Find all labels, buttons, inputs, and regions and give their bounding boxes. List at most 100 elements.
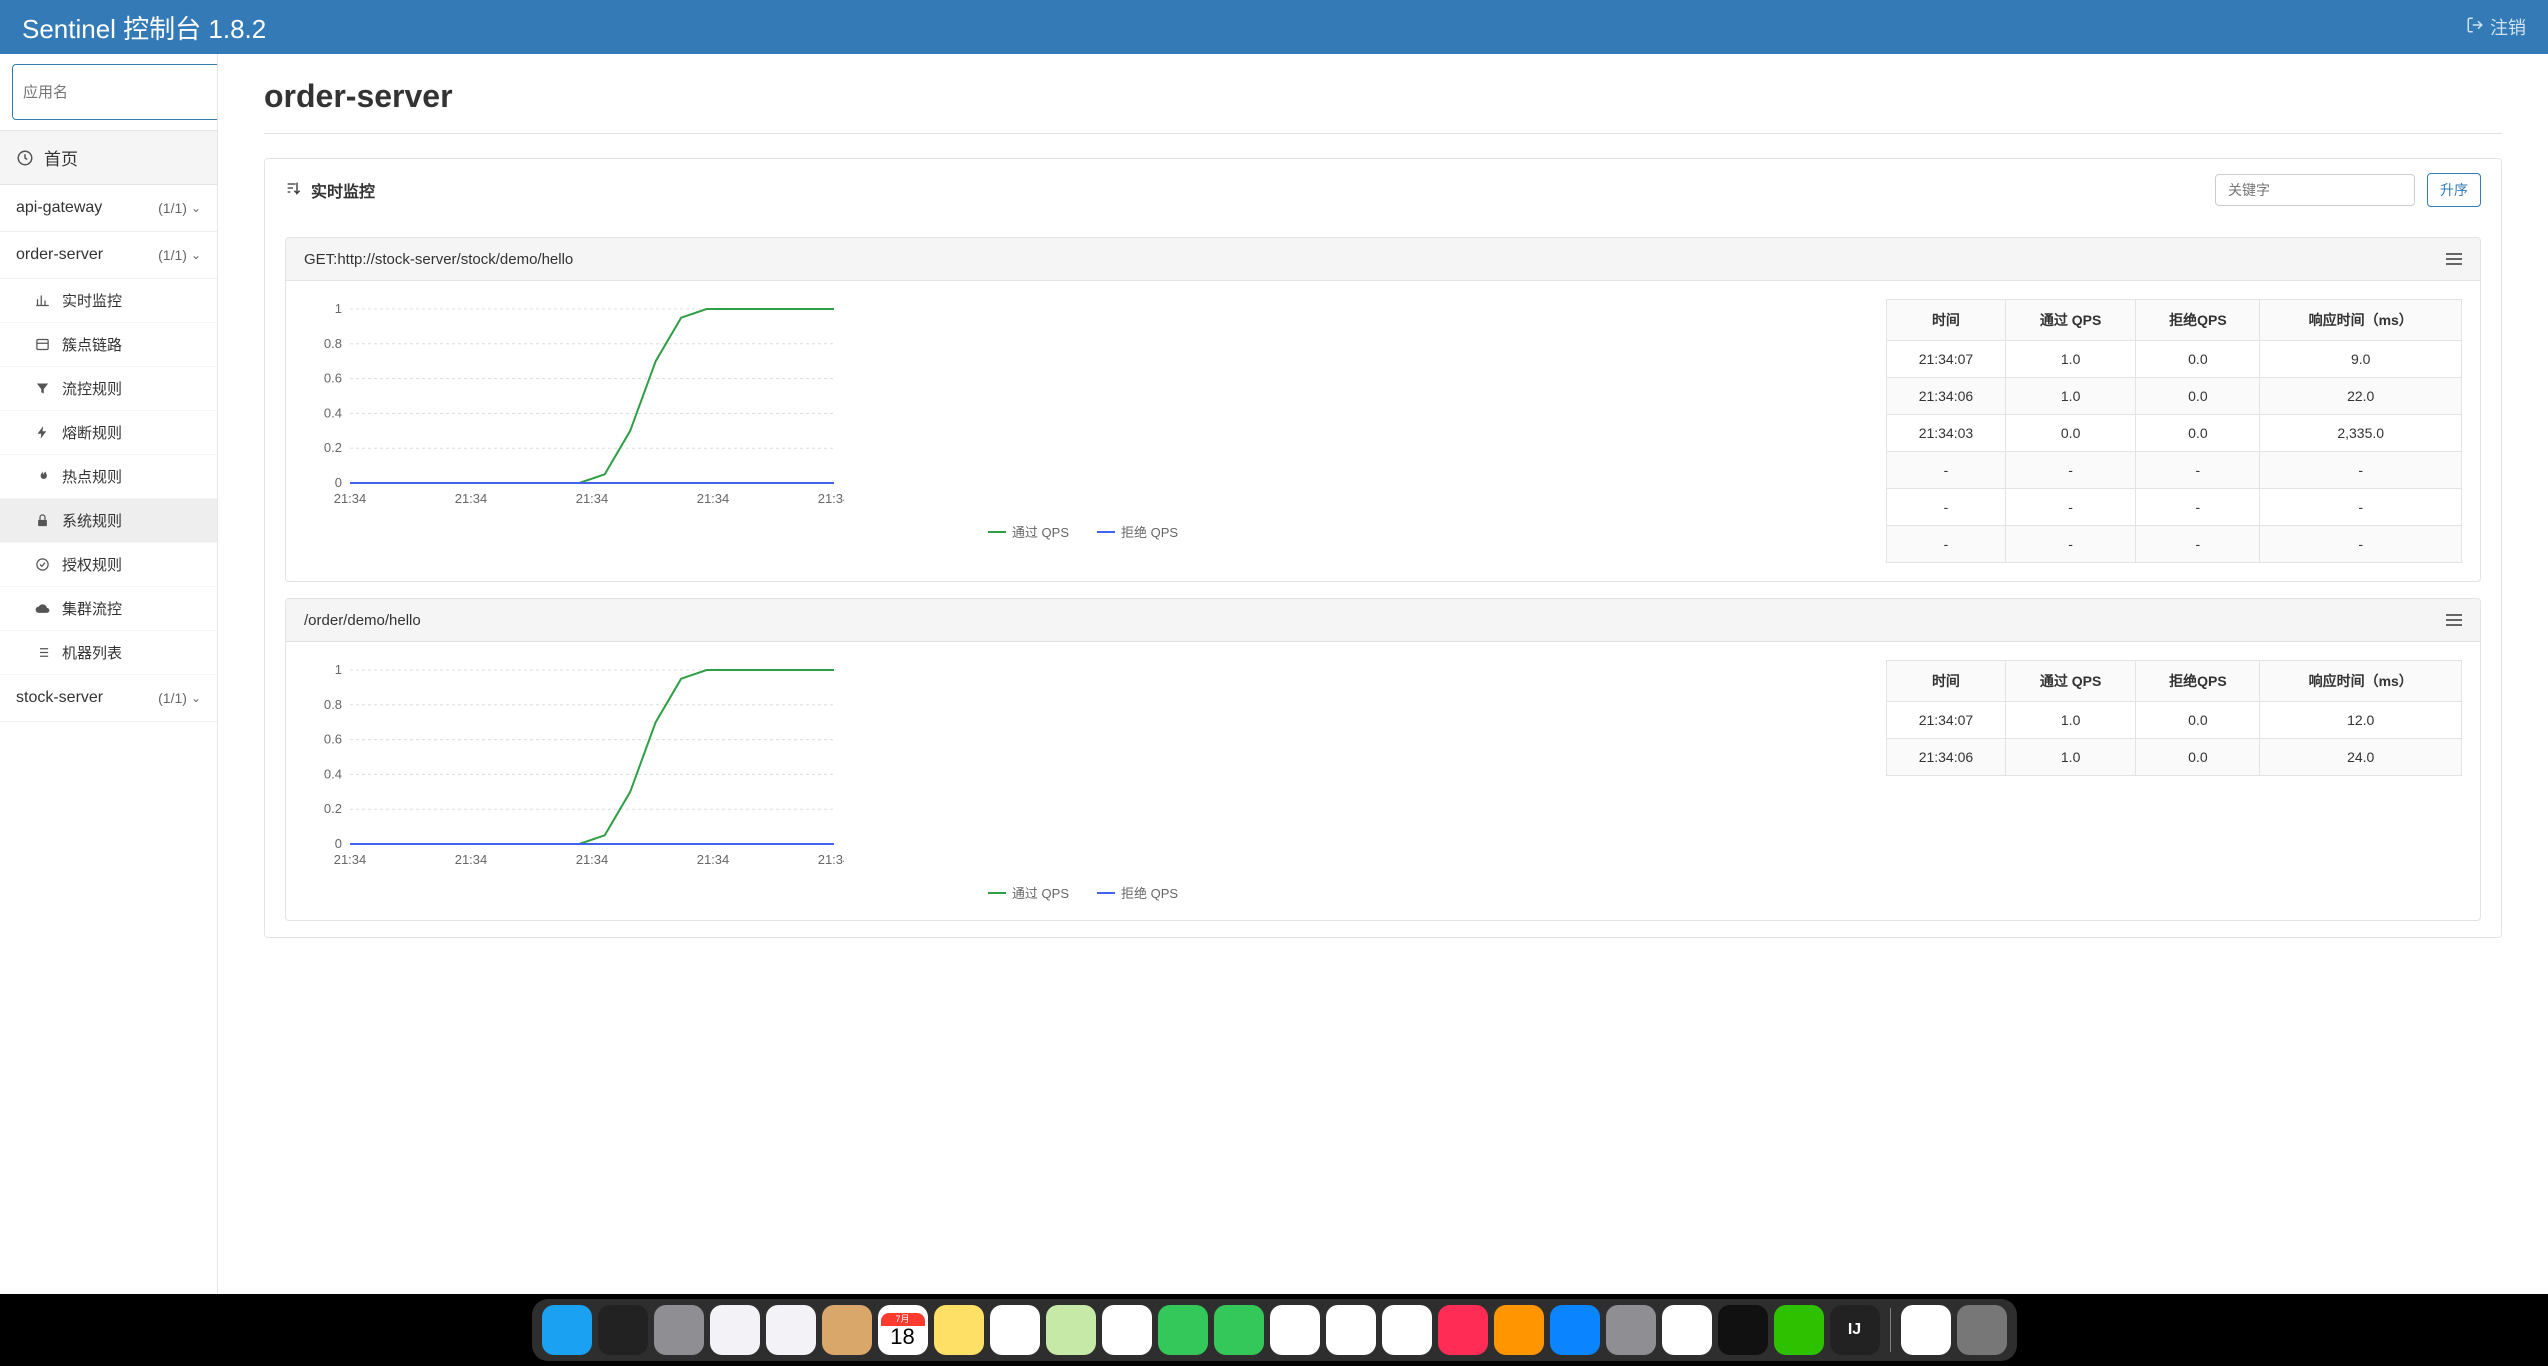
dock-terminal-icon[interactable] [1718, 1305, 1768, 1355]
app-title: Sentinel 控制台 1.8.2 [22, 9, 266, 46]
app-name: api-gateway [16, 199, 102, 217]
table-row: 21:34:061.00.024.0 [1887, 739, 2462, 776]
app-item-order-server[interactable]: order-server(1/1)⌄ [0, 232, 217, 279]
main-content: order-server 实时监控 升序 GET:http://stock-se… [218, 54, 2548, 1294]
sub-item-list[interactable]: 机器列表 [0, 631, 217, 675]
dock-contacts-icon[interactable] [822, 1305, 872, 1355]
dock-photos-icon[interactable] [1102, 1305, 1152, 1355]
svg-text:21:34: 21:34 [697, 491, 730, 506]
dock-numbers-icon[interactable] [1326, 1305, 1376, 1355]
app-search-input[interactable] [12, 64, 218, 120]
app-item-api-gateway[interactable]: api-gateway (1/1)⌄ [0, 185, 217, 232]
app-search-row: 搜索 [0, 54, 217, 131]
dock-calendar-icon[interactable]: 7月18 [878, 1305, 928, 1355]
dock-facetime-icon[interactable] [1214, 1305, 1264, 1355]
svg-text:1: 1 [335, 301, 342, 316]
sub-item-link[interactable]: 簇点链路 [0, 323, 217, 367]
svg-text:21:34: 21:34 [455, 852, 488, 867]
svg-text:0.4: 0.4 [324, 405, 342, 420]
th-pass: 通过 QPS [2005, 661, 2135, 702]
sub-item-filter[interactable]: 流控规则 [0, 367, 217, 411]
metric-table: 时间 通过 QPS 拒绝QPS 响应时间（ms） 21:34:071.00.01… [1886, 660, 2462, 776]
dock-maps-icon[interactable] [1046, 1305, 1096, 1355]
sub-item-bolt[interactable]: 熔断规则 [0, 411, 217, 455]
dock-notes-icon[interactable] [934, 1305, 984, 1355]
nav-home[interactable]: 首页 [0, 131, 217, 185]
dock-intellij-icon[interactable]: IJ [1830, 1305, 1880, 1355]
check-icon [34, 557, 50, 572]
cloud-icon [34, 601, 50, 616]
svg-text:0.6: 0.6 [324, 371, 342, 386]
table-row: ---- [1887, 452, 2462, 489]
svg-text:0.8: 0.8 [324, 697, 342, 712]
table-row: 21:34:071.00.012.0 [1887, 702, 2462, 739]
dock-launchpad-icon[interactable] [654, 1305, 704, 1355]
keyword-input[interactable] [2215, 174, 2415, 206]
app-item-stock-server[interactable]: stock-server(1/1)⌄ [0, 675, 217, 722]
svg-text:0.6: 0.6 [324, 732, 342, 747]
link-icon [34, 337, 50, 352]
chevron-down-icon: ⌄ [191, 201, 201, 215]
dock-trash-icon[interactable] [1957, 1305, 2007, 1355]
dock-books-icon[interactable] [1494, 1305, 1544, 1355]
table-row: ---- [1887, 526, 2462, 563]
dock-qq-icon[interactable] [1662, 1305, 1712, 1355]
logout-label: 注销 [2490, 14, 2526, 40]
dock-finder-icon[interactable] [542, 1305, 592, 1355]
dock-docker-icon[interactable] [1901, 1305, 1951, 1355]
clock-icon [16, 149, 34, 167]
menu-icon[interactable] [2446, 611, 2462, 629]
table-row: 21:34:061.00.022.0 [1887, 378, 2462, 415]
sub-label: 实时监控 [62, 290, 122, 311]
sub-item-fire[interactable]: 热点规则 [0, 455, 217, 499]
metric-table: 时间 通过 QPS 拒绝QPS 响应时间（ms） 21:34:071.00.09… [1886, 299, 2462, 563]
filter-icon [34, 381, 50, 396]
sub-label: 簇点链路 [62, 334, 122, 355]
dock-appstore-icon[interactable] [1550, 1305, 1600, 1355]
svg-text:21:34: 21:34 [334, 491, 367, 506]
nav-home-label: 首页 [44, 145, 78, 170]
svg-text:21:34: 21:34 [334, 852, 367, 867]
sub-item-chart[interactable]: 实时监控 [0, 279, 217, 323]
dock-reminders-icon[interactable] [990, 1305, 1040, 1355]
lock-icon [34, 513, 50, 528]
realtime-panel: 实时监控 升序 GET:http://stock-server/stock/de… [264, 158, 2502, 938]
dock-messages-icon[interactable] [1158, 1305, 1208, 1355]
th-time: 时间 [1887, 300, 2006, 341]
th-rt: 响应时间（ms） [2260, 300, 2462, 341]
svg-text:0.8: 0.8 [324, 336, 342, 351]
sub-item-cloud[interactable]: 集群流控 [0, 587, 217, 631]
logout-link[interactable]: 注销 [2466, 14, 2526, 40]
app-count: (1/1)⌄ [158, 200, 201, 216]
sub-label: 热点规则 [62, 466, 122, 487]
svg-text:0.4: 0.4 [324, 766, 342, 781]
sub-item-lock[interactable]: 系统规则 [0, 499, 217, 543]
svg-text:21:34: 21:34 [818, 491, 844, 506]
page-title: order-server [264, 78, 2502, 115]
table-row: ---- [1887, 489, 2462, 526]
table-row: 21:34:071.00.09.0 [1887, 341, 2462, 378]
dock-siri-icon[interactable] [598, 1305, 648, 1355]
table-row: 21:34:030.00.02,335.0 [1887, 415, 2462, 452]
legend-block: 拒绝 QPS [1097, 522, 1178, 541]
dock-keynote-icon[interactable] [1382, 1305, 1432, 1355]
dock-pages-icon[interactable] [1270, 1305, 1320, 1355]
app-name: order-server [16, 246, 103, 264]
resource-name: GET:http://stock-server/stock/demo/hello [304, 251, 573, 268]
sort-button[interactable]: 升序 [2427, 173, 2481, 207]
th-block: 拒绝QPS [2136, 661, 2260, 702]
sub-item-check[interactable]: 授权规则 [0, 543, 217, 587]
sub-label: 流控规则 [62, 378, 122, 399]
dock-music-icon[interactable] [1438, 1305, 1488, 1355]
panel-title: 实时监控 [311, 178, 375, 202]
logout-icon [2466, 16, 2484, 39]
dock-settings-icon[interactable] [1606, 1305, 1656, 1355]
card-header: GET:http://stock-server/stock/demo/hello [286, 238, 2480, 281]
dock-wechat-icon[interactable] [1774, 1305, 1824, 1355]
card-header: /order/demo/hello [286, 599, 2480, 642]
sub-label: 机器列表 [62, 642, 122, 663]
dock-safari-icon[interactable] [710, 1305, 760, 1355]
menu-icon[interactable] [2446, 250, 2462, 268]
qps-chart: 00.20.40.60.8121:3421:3421:3421:3421:34 … [304, 299, 1862, 541]
dock-mail-icon[interactable] [766, 1305, 816, 1355]
